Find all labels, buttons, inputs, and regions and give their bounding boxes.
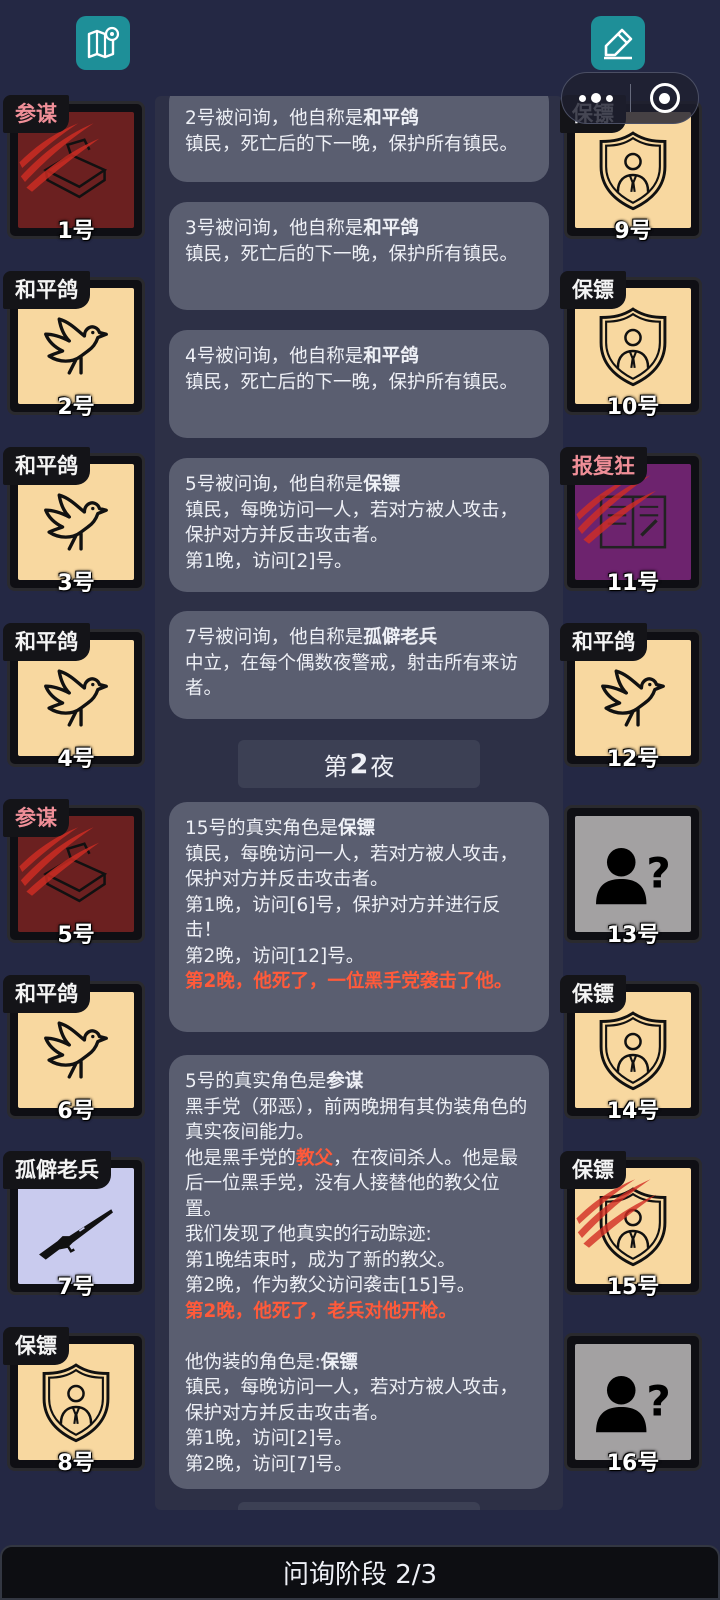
role-tag: 保镖 <box>560 271 626 309</box>
unknown-player-icon: ? <box>596 1375 671 1433</box>
close-miniprogram-button[interactable] <box>631 83 698 113</box>
player-card[interactable]: 保镖 8号 <box>3 1327 145 1476</box>
night-header: 第2夜 <box>238 740 480 788</box>
player-card[interactable]: 报复狂 11号 <box>560 447 702 596</box>
dove-icon <box>44 1021 108 1079</box>
log-message: 7号被问询，他自称是孤僻老兵 中立，在每个偶数夜警戒，射击所有来访者。 <box>169 611 549 719</box>
log-message: 3号被问询，他自称是和平鸽 镇民，死亡后的下一晚，保护所有镇民。 <box>169 202 549 310</box>
player-number: 2号 <box>57 395 95 420</box>
dove-icon <box>44 493 108 551</box>
map-button[interactable] <box>76 16 130 70</box>
role-tag: 参谋 <box>3 95 69 133</box>
player-card[interactable]: 参谋 1号 <box>3 95 145 244</box>
player-number: 9号 <box>614 219 652 244</box>
role-tag: 保镖 <box>560 1151 626 1189</box>
dove-icon <box>601 669 665 727</box>
dove-icon <box>44 317 108 375</box>
player-number: 13号 <box>606 923 660 948</box>
bodyguard-shield-icon <box>599 1011 667 1091</box>
role-tag: 孤僻老兵 <box>3 1151 111 1189</box>
rifle-icon <box>39 1209 113 1260</box>
strategist-briefcase-icon <box>43 138 108 199</box>
log-message: 4号被问询，他自称是和平鸽 镇民，死亡后的下一晚，保护所有镇民。 <box>169 330 549 438</box>
next-night-header <box>238 1502 480 1510</box>
player-number: 4号 <box>57 747 95 772</box>
log-message: 5号被问询，他自称是保镖 镇民，每晚访问一人，若对方被人攻击，保护对方并反击攻击者… <box>169 458 549 592</box>
svg-text:?: ? <box>646 1376 670 1425</box>
player-card[interactable]: 参谋 5号 <box>3 799 145 948</box>
role-tag: 报复狂 <box>560 447 647 485</box>
player-number: 15号 <box>606 1275 660 1300</box>
player-number: 14号 <box>606 1099 660 1124</box>
player-card[interactable]: 和平鸽 12号 <box>560 623 702 772</box>
player-number: 6号 <box>57 1099 95 1124</box>
player-card[interactable]: 保镖 14号 <box>560 975 702 1124</box>
player-number: 7号 <box>57 1275 95 1300</box>
player-card[interactable]: 保镖 15号 <box>560 1151 702 1300</box>
log-message: 5号的真实角色是参谋 黑手党（邪恶），前两晚拥有其伪装角色的真实夜间能力。 他是… <box>169 1055 549 1489</box>
player-card[interactable]: 和平鸽 2号 <box>3 271 145 420</box>
bodyguard-shield-icon <box>42 1363 110 1443</box>
role-tag: 和平鸽 <box>3 447 90 485</box>
player-number: 11号 <box>606 571 660 596</box>
player-card[interactable]: ? 16号 <box>564 1333 702 1476</box>
avenger-book-icon <box>599 495 667 549</box>
role-tag: 和平鸽 <box>3 975 90 1013</box>
role-tag: 和平鸽 <box>3 623 90 661</box>
notes-button[interactable] <box>591 16 645 70</box>
player-card[interactable]: 保镖 10号 <box>560 271 702 420</box>
role-tag: 和平鸽 <box>3 271 90 309</box>
bodyguard-shield-icon <box>599 307 667 387</box>
miniprogram-capsule <box>561 72 699 124</box>
log-message: 2号被问询，他自称是和平鸽 镇民，死亡后的下一晚，保护所有镇民。 <box>169 96 549 182</box>
player-card[interactable]: 和平鸽 4号 <box>3 623 145 772</box>
player-card[interactable]: 和平鸽 6号 <box>3 975 145 1124</box>
unknown-player-icon: ? <box>596 847 671 905</box>
role-tag: 保镖 <box>560 975 626 1013</box>
player-card[interactable]: 孤僻老兵 7号 <box>3 1151 145 1300</box>
more-menu-button[interactable] <box>562 73 630 123</box>
player-number: 10号 <box>606 395 660 420</box>
bodyguard-shield-icon <box>599 1187 667 1267</box>
bodyguard-shield-icon <box>599 131 667 211</box>
player-number: 16号 <box>606 1451 660 1476</box>
svg-text:?: ? <box>646 848 670 897</box>
event-log-panel[interactable]: 2号被问询，他自称是和平鸽 镇民，死亡后的下一晚，保护所有镇民。 3号被问询，他自… <box>155 96 563 1510</box>
role-tag: 和平鸽 <box>560 623 647 661</box>
player-art: ? <box>575 1344 691 1460</box>
player-number: 8号 <box>57 1451 95 1476</box>
player-number: 1号 <box>57 219 95 244</box>
phase-label: 问询阶段 2/3 <box>282 1560 438 1590</box>
player-art: ? <box>575 816 691 932</box>
player-card[interactable]: ? 13号 <box>564 805 702 948</box>
map-pin-icon <box>87 26 120 59</box>
strategist-briefcase-icon <box>43 842 108 903</box>
role-tag: 保镖 <box>3 1327 69 1365</box>
dove-icon <box>44 669 108 727</box>
phase-bar: 问询阶段 2/3 <box>0 1545 720 1600</box>
log-message: 15号的真实角色是保镖 镇民，每晚访问一人，若对方被人攻击，保护对方并反击攻击者… <box>169 802 549 1032</box>
player-card[interactable]: 和平鸽 3号 <box>3 447 145 596</box>
role-tag: 参谋 <box>3 799 69 837</box>
player-number: 12号 <box>606 747 660 772</box>
player-number: 3号 <box>57 571 95 596</box>
edit-note-icon <box>604 28 633 60</box>
player-number: 5号 <box>57 923 95 948</box>
